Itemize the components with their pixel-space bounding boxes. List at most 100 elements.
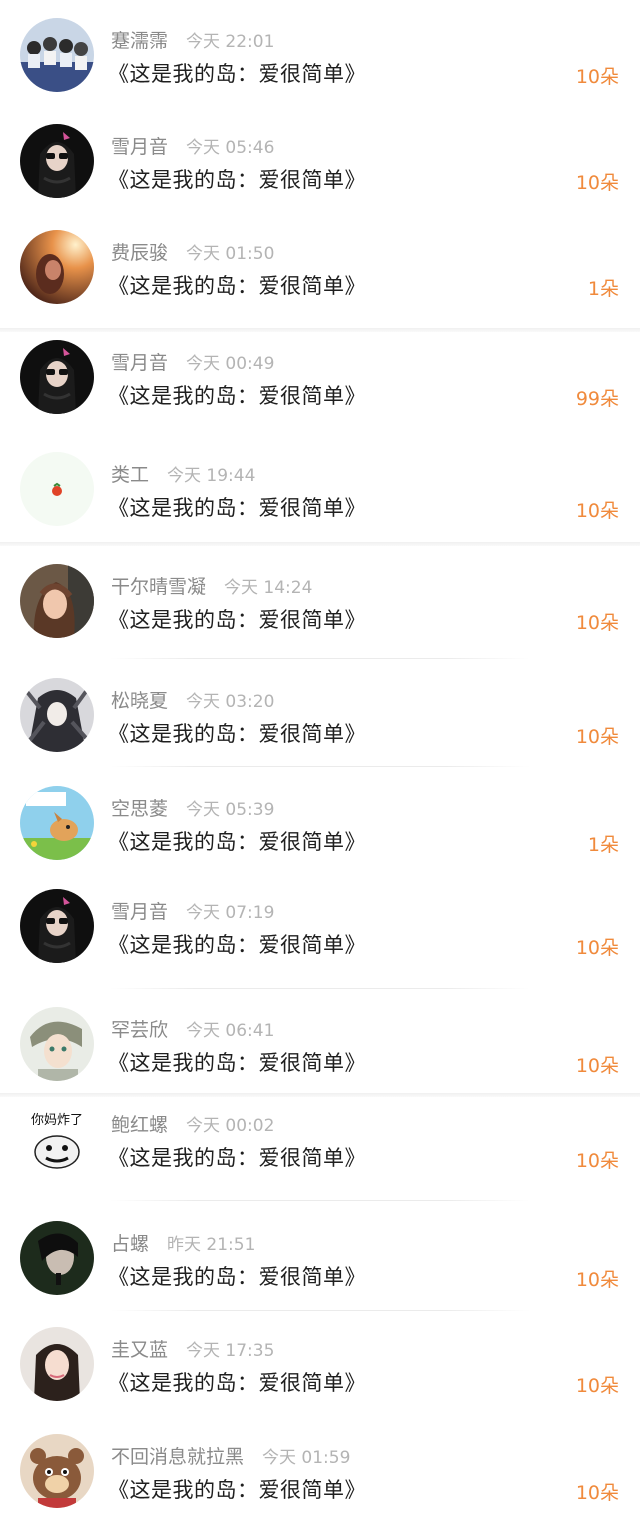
- section-gap: [0, 542, 640, 546]
- flower-count: 10朵: [575, 500, 619, 522]
- gift-record-row[interactable]: 雪月音 今天 05:46 《这是我的岛：爱很简单》 10朵: [0, 122, 640, 212]
- gift-title: 《这是我的岛：爱很简单》: [108, 933, 366, 957]
- flower-count: 1朵: [587, 834, 619, 856]
- sender-name[interactable]: 干尔晴雪凝: [111, 576, 206, 598]
- gift-title: 《这是我的岛：爱很简单》: [108, 1265, 366, 1289]
- flower-count: 10朵: [575, 1375, 619, 1397]
- avatar[interactable]: [20, 340, 94, 414]
- send-time: 今天 00:49: [186, 354, 275, 374]
- gift-record-row[interactable]: 占螺 昨天 21:51 《这是我的岛：爱很简单》 10朵: [0, 1219, 640, 1309]
- flower-count: 10朵: [575, 1055, 619, 1077]
- gift-title: 《这是我的岛：爱很简单》: [108, 830, 366, 854]
- sender-name[interactable]: 不回消息就拉黑: [111, 1446, 244, 1468]
- record-meta: 干尔晴雪凝 今天 14:24: [111, 572, 312, 598]
- record-meta: 雪月音 今天 05:46: [111, 132, 274, 158]
- flower-count: 99朵: [575, 388, 619, 410]
- avatar[interactable]: 你妈炸了: [20, 1102, 94, 1176]
- gift-title: 《这是我的岛：爱很简单》: [108, 62, 366, 86]
- send-time: 今天 14:24: [224, 578, 313, 598]
- sender-name[interactable]: 鲍红螺: [111, 1114, 168, 1136]
- sender-name[interactable]: 费辰骏: [111, 242, 168, 264]
- gift-title: 《这是我的岛：爱很简单》: [108, 1478, 366, 1502]
- avatar[interactable]: [20, 564, 94, 638]
- flower-count: 10朵: [575, 726, 619, 748]
- flower-count: 1朵: [587, 278, 619, 300]
- flower-count: 10朵: [575, 1150, 619, 1172]
- avatar[interactable]: [20, 889, 94, 963]
- avatar[interactable]: [20, 1327, 94, 1401]
- avatar[interactable]: [20, 124, 94, 198]
- sender-name[interactable]: 雪月音: [111, 352, 168, 374]
- avatar[interactable]: [20, 1434, 94, 1508]
- send-time: 今天 01:50: [186, 244, 275, 264]
- row-divider: [110, 766, 530, 767]
- record-meta: 雪月音 今天 07:19: [111, 897, 274, 923]
- sender-name[interactable]: 空思菱: [111, 798, 168, 820]
- record-meta: 蹇濡霈 今天 22:01: [111, 26, 274, 52]
- gift-title: 《这是我的岛：爱很简单》: [108, 1051, 366, 1075]
- gift-record-list: 蹇濡霈 今天 22:01 《这是我的岛：爱很简单》 10朵 雪月音 今天 05:46…: [0, 0, 640, 1526]
- send-time: 今天 17:35: [186, 1341, 275, 1361]
- sender-name[interactable]: 雪月音: [111, 901, 168, 923]
- row-divider: [110, 988, 530, 989]
- gift-title: 《这是我的岛：爱很简单》: [108, 496, 366, 520]
- section-gap: [0, 328, 640, 332]
- gift-title: 《这是我的岛：爱很简单》: [108, 1371, 366, 1395]
- gift-title: 《这是我的岛：爱很简单》: [108, 274, 366, 298]
- gift-record-row[interactable]: 空思菱 今天 05:39 《这是我的岛：爱很简单》 1朵: [0, 784, 640, 874]
- send-time: 今天 05:39: [186, 800, 275, 820]
- send-time: 今天 19:44: [167, 466, 256, 486]
- gift-record-row[interactable]: 蹇濡霈 今天 22:01 《这是我的岛：爱很简单》 10朵: [0, 16, 640, 106]
- avatar[interactable]: [20, 452, 94, 526]
- meme-avatar-text: 你妈炸了: [31, 1113, 83, 1128]
- avatar[interactable]: [20, 1007, 94, 1081]
- avatar[interactable]: [20, 1221, 94, 1295]
- gift-record-row[interactable]: 松晓夏 今天 03:20 《这是我的岛：爱很简单》 10朵: [0, 676, 640, 766]
- gift-record-row[interactable]: 圭又蓝 今天 17:35 《这是我的岛：爱很简单》 10朵: [0, 1325, 640, 1415]
- sender-name[interactable]: 松晓夏: [111, 690, 168, 712]
- record-meta: 空思菱 今天 05:39: [111, 794, 274, 820]
- send-time: 今天 00:02: [186, 1116, 275, 1136]
- gift-title: 《这是我的岛：爱很简单》: [108, 608, 366, 632]
- record-meta: 不回消息就拉黑 今天 01:59: [111, 1442, 350, 1468]
- flower-count: 10朵: [575, 1269, 619, 1291]
- send-time: 今天 05:46: [186, 138, 275, 158]
- flower-count: 10朵: [575, 66, 619, 88]
- gift-record-row[interactable]: 干尔晴雪凝 今天 14:24 《这是我的岛：爱很简单》 10朵: [0, 562, 640, 652]
- gift-record-row[interactable]: 费辰骏 今天 01:50 《这是我的岛：爱很简单》 1朵: [0, 228, 640, 318]
- gift-record-row[interactable]: 类工 今天 19:44 《这是我的岛：爱很简单》 10朵: [0, 450, 640, 540]
- gift-record-row[interactable]: 雪月音 今天 00:49 《这是我的岛：爱很简单》 99朵: [0, 338, 640, 428]
- avatar[interactable]: [20, 230, 94, 304]
- gift-title: 《这是我的岛：爱很简单》: [108, 384, 366, 408]
- row-divider: [110, 658, 530, 659]
- record-meta: 松晓夏 今天 03:20: [111, 686, 274, 712]
- sender-name[interactable]: 类工: [111, 464, 149, 486]
- flower-count: 10朵: [575, 937, 619, 959]
- record-meta: 雪月音 今天 00:49: [111, 348, 274, 374]
- gift-title: 《这是我的岛：爱很简单》: [108, 168, 366, 192]
- gift-record-row[interactable]: 不回消息就拉黑 今天 01:59 《这是我的岛：爱很简单》 10朵: [0, 1432, 640, 1522]
- gift-title: 《这是我的岛：爱很简单》: [108, 722, 366, 746]
- sender-name[interactable]: 罕芸欣: [111, 1019, 168, 1041]
- sender-name[interactable]: 圭又蓝: [111, 1339, 168, 1361]
- avatar[interactable]: [20, 18, 94, 92]
- record-meta: 占螺 昨天 21:51: [111, 1229, 255, 1255]
- send-time: 今天 06:41: [186, 1021, 275, 1041]
- record-meta: 罕芸欣 今天 06:41: [111, 1015, 274, 1041]
- sender-name[interactable]: 蹇濡霈: [111, 30, 168, 52]
- sender-name[interactable]: 占螺: [111, 1233, 149, 1255]
- row-divider: [110, 1310, 530, 1311]
- gift-record-row[interactable]: 你妈炸了 鲍红螺 今天 00:02 《这是我的岛：爱很简单》 10朵: [0, 1100, 640, 1190]
- avatar[interactable]: [20, 678, 94, 752]
- sender-name[interactable]: 雪月音: [111, 136, 168, 158]
- send-time: 今天 07:19: [186, 903, 275, 923]
- gift-record-row[interactable]: 雪月音 今天 07:19 《这是我的岛：爱很简单》 10朵: [0, 887, 640, 977]
- gift-record-row[interactable]: 罕芸欣 今天 06:41 《这是我的岛：爱很简单》 10朵: [0, 1005, 640, 1095]
- record-meta: 鲍红螺 今天 00:02: [111, 1110, 274, 1136]
- send-time: 今天 03:20: [186, 692, 275, 712]
- avatar[interactable]: [20, 786, 94, 860]
- send-time: 昨天 21:51: [167, 1235, 256, 1255]
- flower-count: 10朵: [575, 1482, 619, 1504]
- record-meta: 类工 今天 19:44: [111, 460, 255, 486]
- flower-count: 10朵: [575, 612, 619, 634]
